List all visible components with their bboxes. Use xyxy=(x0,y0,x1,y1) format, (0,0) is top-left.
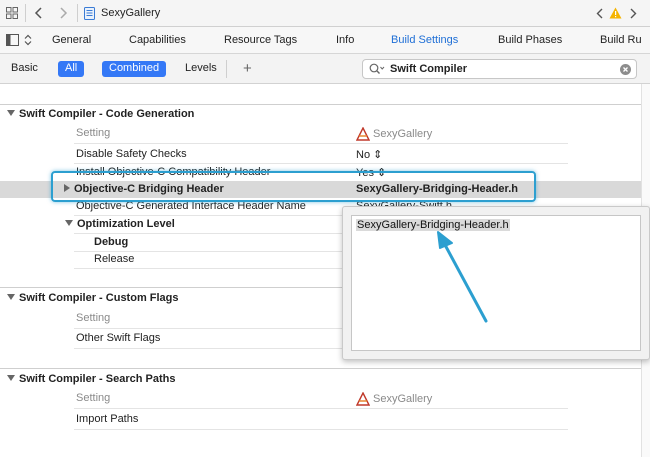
value-text-area[interactable]: SexyGallery-Bridging-Header.h xyxy=(351,215,641,351)
app-target-icon xyxy=(356,392,370,406)
target-chooser-icon[interactable] xyxy=(24,34,32,49)
divider xyxy=(77,4,78,22)
section-divider xyxy=(0,287,342,288)
tab-general[interactable]: General xyxy=(52,34,91,46)
tab-capabilities[interactable]: Capabilities xyxy=(129,34,186,46)
warning-icon[interactable] xyxy=(608,4,622,22)
tab-build-phases[interactable]: Build Phases xyxy=(498,34,562,46)
row-divider xyxy=(74,348,342,349)
app-target-icon xyxy=(356,127,370,141)
project-file-icon xyxy=(84,6,95,20)
setting-label: Debug xyxy=(94,236,129,248)
jump-bar: SexyGallery xyxy=(0,0,650,27)
value-editor-popover: SexyGallery-Bridging-Header.h xyxy=(342,206,650,360)
section-divider xyxy=(0,368,650,369)
disclosure-triangle-icon xyxy=(7,375,15,381)
combined-filter-button[interactable]: Combined xyxy=(102,61,167,77)
setting-header-row: Setting SexyGallery xyxy=(0,125,650,142)
tab-resource-tags[interactable]: Resource Tags xyxy=(224,34,297,46)
tab-info[interactable]: Info xyxy=(336,34,354,46)
setting-row[interactable]: Disable Safety Checks No ⇕ xyxy=(0,146,650,163)
row-divider xyxy=(74,143,568,144)
all-filter-button[interactable]: All xyxy=(58,61,85,77)
section-code-generation[interactable]: Swift Compiler - Code Generation xyxy=(7,108,194,120)
levels-filter-button[interactable]: Levels xyxy=(178,61,224,77)
clear-search-icon[interactable] xyxy=(620,64,631,78)
setting-value[interactable]: No ⇕ xyxy=(356,148,382,161)
setting-column-header: Setting xyxy=(76,127,111,139)
row-divider xyxy=(74,408,568,409)
highlight-annotation xyxy=(51,171,536,202)
search-icon xyxy=(369,63,385,78)
tab-build-settings[interactable]: Build Settings xyxy=(391,34,458,46)
tab-build-rules[interactable]: Build Ru xyxy=(600,34,642,46)
disclosure-triangle-icon xyxy=(7,110,15,116)
setting-label: Other Swift Flags xyxy=(76,332,161,344)
editor-tab-bar: General Capabilities Resource Tags Info … xyxy=(0,27,650,54)
breadcrumb-label: SexyGallery xyxy=(101,7,161,19)
section-search-paths[interactable]: Swift Compiler - Search Paths xyxy=(7,373,175,385)
divider xyxy=(25,4,26,22)
section-custom-flags[interactable]: Swift Compiler - Custom Flags xyxy=(7,292,179,304)
setting-column-header: Setting xyxy=(76,312,111,324)
search-input[interactable]: Swift Compiler xyxy=(390,63,467,75)
disclosure-triangle-icon xyxy=(7,294,15,300)
disclosure-triangle-icon xyxy=(65,220,73,226)
back-chevron-icon[interactable] xyxy=(30,4,46,22)
setting-label: Release xyxy=(94,253,135,265)
value-text[interactable]: SexyGallery-Bridging-Header.h xyxy=(356,219,510,231)
setting-label: Optimization Level xyxy=(65,218,175,230)
filter-bar: Basic All Combined Levels + Swift Compil… xyxy=(0,54,650,84)
forward-chevron-icon[interactable] xyxy=(628,4,638,22)
row-divider xyxy=(74,429,568,430)
forward-chevron-icon[interactable] xyxy=(56,4,72,22)
divider xyxy=(226,60,227,78)
back-chevron-icon[interactable] xyxy=(594,4,604,22)
add-setting-button[interactable]: + xyxy=(236,59,259,77)
setting-label: Import Paths xyxy=(76,413,139,425)
section-divider xyxy=(0,104,650,105)
setting-column-header: Setting xyxy=(76,392,111,404)
setting-header-row: Setting SexyGallery xyxy=(0,390,650,407)
sidebar-toggle-icon[interactable] xyxy=(6,34,19,49)
basic-filter-button[interactable]: Basic xyxy=(4,61,45,77)
setting-row[interactable]: Import Paths xyxy=(0,411,650,428)
stepper-icon: ⇕ xyxy=(373,149,383,161)
row-divider xyxy=(74,268,342,269)
target-column-header: SexyGallery xyxy=(356,127,432,141)
grid-icon[interactable] xyxy=(4,4,20,22)
breadcrumb-project[interactable]: SexyGallery xyxy=(84,5,160,21)
setting-label: Disable Safety Checks xyxy=(76,148,187,160)
target-column-header: SexyGallery xyxy=(356,392,432,406)
row-divider xyxy=(74,328,342,329)
search-field[interactable]: Swift Compiler xyxy=(362,59,637,79)
